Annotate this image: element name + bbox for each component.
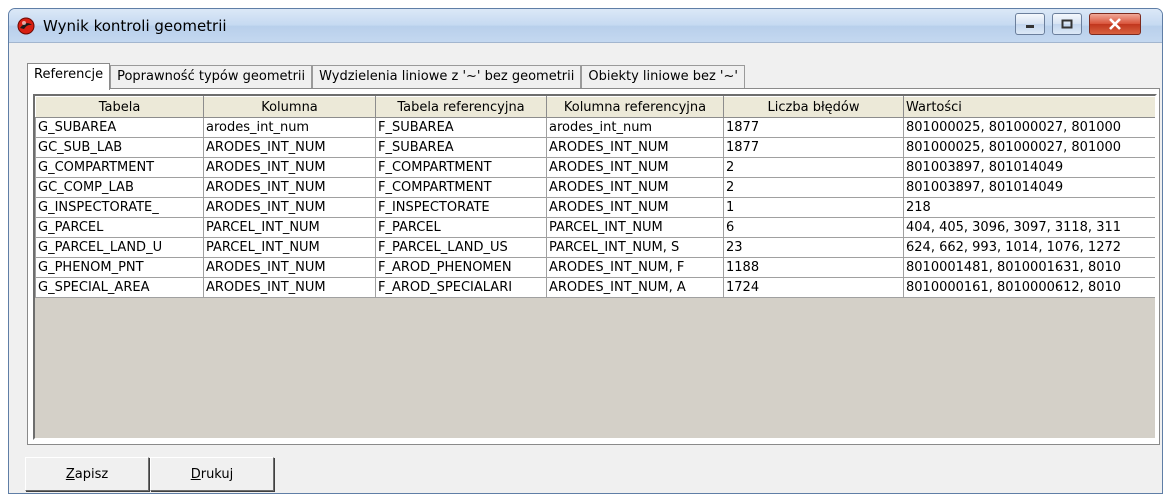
- cell-tabela[interactable]: G_INSPECTORATE_: [35, 197, 204, 218]
- cell-tabela[interactable]: GC_SUB_LAB: [35, 137, 204, 158]
- cell-liczba-bledow[interactable]: 1724: [723, 277, 904, 298]
- client-area: Referencje Poprawność typów geometrii Wy…: [9, 42, 1162, 493]
- print-button[interactable]: Drukuj: [150, 457, 274, 491]
- maximize-icon: [1061, 19, 1073, 29]
- tab-panel-referencje: Tabela Kolumna Tabela referencyjna Kolum…: [27, 88, 1160, 445]
- cell-wartosci[interactable]: 8010000161, 8010000612, 8010: [903, 277, 1155, 298]
- cell-wartosci[interactable]: 801003897, 801014049: [903, 157, 1155, 178]
- cell-tabela-referencyjna[interactable]: F_SUBAREA: [375, 117, 547, 138]
- cell-tabela-referencyjna[interactable]: F_AROD_SPECIALARI: [375, 277, 547, 298]
- cell-kolumna-referencyjna[interactable]: PARCEL_INT_NUM: [546, 217, 724, 238]
- cell-kolumna-referencyjna[interactable]: ARODES_INT_NUM, A: [546, 277, 724, 298]
- cell-kolumna[interactable]: ARODES_INT_NUM: [203, 197, 376, 218]
- print-button-mnemonic: D: [190, 466, 201, 482]
- cell-wartosci[interactable]: 404, 405, 3096, 3097, 3118, 311: [903, 217, 1155, 238]
- cell-tabela[interactable]: G_PARCEL_LAND_U: [35, 237, 204, 258]
- tab-wydzielenia-liniowe[interactable]: Wydzielenia liniowe z '~' bez geometrii: [312, 65, 582, 89]
- maximize-button[interactable]: [1052, 13, 1082, 35]
- print-button-label: rukuj: [200, 466, 234, 482]
- cell-kolumna-referencyjna[interactable]: ARODES_INT_NUM: [546, 197, 724, 218]
- tab-strip: Referencje Poprawność typów geometrii Wy…: [27, 63, 745, 90]
- cell-tabela-referencyjna[interactable]: F_PARCEL_LAND_US: [375, 237, 547, 258]
- cell-kolumna[interactable]: ARODES_INT_NUM: [203, 157, 376, 178]
- cell-kolumna-referencyjna[interactable]: ARODES_INT_NUM, F: [546, 257, 724, 278]
- cell-kolumna[interactable]: ARODES_INT_NUM: [203, 177, 376, 198]
- app-window: Wynik kontroli geometrii Referencje Popr…: [8, 8, 1163, 494]
- table-row[interactable]: G_SUBAREA arodes_int_num F_SUBAREA arode…: [35, 117, 1155, 138]
- cell-tabela-referencyjna[interactable]: F_COMPARTMENT: [375, 157, 547, 178]
- cell-kolumna[interactable]: ARODES_INT_NUM: [203, 277, 376, 298]
- table-row[interactable]: GC_SUB_LAB ARODES_INT_NUM F_SUBAREA AROD…: [35, 137, 1155, 158]
- cell-wartosci[interactable]: 801000025, 801000027, 801000: [903, 137, 1155, 158]
- cell-tabela[interactable]: GC_COMP_LAB: [35, 177, 204, 198]
- cell-kolumna[interactable]: ARODES_INT_NUM: [203, 257, 376, 278]
- tab-obiekty-liniowe[interactable]: Obiekty liniowe bez '~': [581, 65, 745, 89]
- cell-kolumna-referencyjna[interactable]: ARODES_INT_NUM: [546, 177, 724, 198]
- table-row[interactable]: G_COMPARTMENT ARODES_INT_NUM F_COMPARTME…: [35, 157, 1155, 178]
- table-row[interactable]: G_PARCEL PARCEL_INT_NUM F_PARCEL PARCEL_…: [35, 217, 1155, 238]
- column-header-liczba-bledow[interactable]: Liczba błędów: [723, 96, 904, 118]
- cell-kolumna[interactable]: PARCEL_INT_NUM: [203, 217, 376, 238]
- cell-liczba-bledow[interactable]: 6: [723, 217, 904, 238]
- tab-poprawnosc-typow[interactable]: Poprawność typów geometrii: [110, 65, 313, 89]
- table-row[interactable]: G_INSPECTORATE_ ARODES_INT_NUM F_INSPECT…: [35, 197, 1155, 218]
- results-table: Tabela Kolumna Tabela referencyjna Kolum…: [35, 96, 1155, 298]
- cell-tabela-referencyjna[interactable]: F_INSPECTORATE: [375, 197, 547, 218]
- cell-wartosci[interactable]: 801000025, 801000027, 801000: [903, 117, 1155, 138]
- table-row[interactable]: GC_COMP_LAB ARODES_INT_NUM F_COMPARTMENT…: [35, 177, 1155, 198]
- save-button[interactable]: Zapisz: [25, 457, 149, 491]
- cell-tabela-referencyjna[interactable]: F_AROD_PHENOMEN: [375, 257, 547, 278]
- tab-referencje[interactable]: Referencje: [27, 63, 111, 90]
- cell-liczba-bledow[interactable]: 1877: [723, 117, 904, 138]
- cell-liczba-bledow[interactable]: 2: [723, 177, 904, 198]
- column-header-tabela[interactable]: Tabela: [35, 96, 204, 118]
- close-icon: [1109, 18, 1121, 30]
- cell-tabela-referencyjna[interactable]: F_PARCEL: [375, 217, 547, 238]
- cell-kolumna[interactable]: arodes_int_num: [203, 117, 376, 138]
- cell-kolumna-referencyjna[interactable]: ARODES_INT_NUM: [546, 157, 724, 178]
- cell-liczba-bledow[interactable]: 23: [723, 237, 904, 258]
- cell-wartosci[interactable]: 218: [903, 197, 1155, 218]
- table-header-row: Tabela Kolumna Tabela referencyjna Kolum…: [35, 96, 1155, 118]
- cell-kolumna[interactable]: ARODES_INT_NUM: [203, 137, 376, 158]
- cell-tabela[interactable]: G_PARCEL: [35, 217, 204, 238]
- window-title: Wynik kontroli geometrii: [43, 17, 227, 35]
- cell-liczba-bledow[interactable]: 1877: [723, 137, 904, 158]
- column-header-kolumna-referencyjna[interactable]: Kolumna referencyjna: [546, 96, 724, 118]
- title-bar[interactable]: Wynik kontroli geometrii: [9, 9, 1162, 42]
- cell-tabela[interactable]: G_COMPARTMENT: [35, 157, 204, 178]
- results-grid[interactable]: Tabela Kolumna Tabela referencyjna Kolum…: [33, 94, 1157, 440]
- cell-kolumna-referencyjna[interactable]: ARODES_INT_NUM: [546, 137, 724, 158]
- cell-wartosci[interactable]: 801003897, 801014049: [903, 177, 1155, 198]
- cell-tabela-referencyjna[interactable]: F_COMPARTMENT: [375, 177, 547, 198]
- minimize-icon: [1026, 25, 1034, 28]
- cell-tabela-referencyjna[interactable]: F_SUBAREA: [375, 137, 547, 158]
- cell-kolumna-referencyjna[interactable]: arodes_int_num: [546, 117, 724, 138]
- column-header-wartosci[interactable]: Wartości: [903, 96, 1155, 118]
- table-row[interactable]: G_SPECIAL_AREA ARODES_INT_NUM F_AROD_SPE…: [35, 277, 1155, 298]
- cell-tabela[interactable]: G_SPECIAL_AREA: [35, 277, 204, 298]
- cell-tabela[interactable]: G_PHENOM_PNT: [35, 257, 204, 278]
- cell-liczba-bledow[interactable]: 1: [723, 197, 904, 218]
- column-header-tabela-referencyjna[interactable]: Tabela referencyjna: [375, 96, 547, 118]
- cell-kolumna-referencyjna[interactable]: PARCEL_INT_NUM, S: [546, 237, 724, 258]
- cell-liczba-bledow[interactable]: 2: [723, 157, 904, 178]
- save-button-label: apisz: [74, 466, 109, 482]
- table-row[interactable]: G_PARCEL_LAND_U PARCEL_INT_NUM F_PARCEL_…: [35, 237, 1155, 258]
- column-header-kolumna[interactable]: Kolumna: [203, 96, 376, 118]
- table-row[interactable]: G_PHENOM_PNT ARODES_INT_NUM F_AROD_PHENO…: [35, 257, 1155, 278]
- app-icon: [17, 17, 35, 35]
- cell-wartosci[interactable]: 8010001481, 8010001631, 8010: [903, 257, 1155, 278]
- cell-tabela[interactable]: G_SUBAREA: [35, 117, 204, 138]
- cell-wartosci[interactable]: 624, 662, 993, 1014, 1076, 1272: [903, 237, 1155, 258]
- save-button-mnemonic: Z: [65, 466, 75, 482]
- cell-kolumna[interactable]: PARCEL_INT_NUM: [203, 237, 376, 258]
- close-button[interactable]: [1089, 13, 1141, 35]
- cell-liczba-bledow[interactable]: 1188: [723, 257, 904, 278]
- minimize-button[interactable]: [1015, 13, 1045, 35]
